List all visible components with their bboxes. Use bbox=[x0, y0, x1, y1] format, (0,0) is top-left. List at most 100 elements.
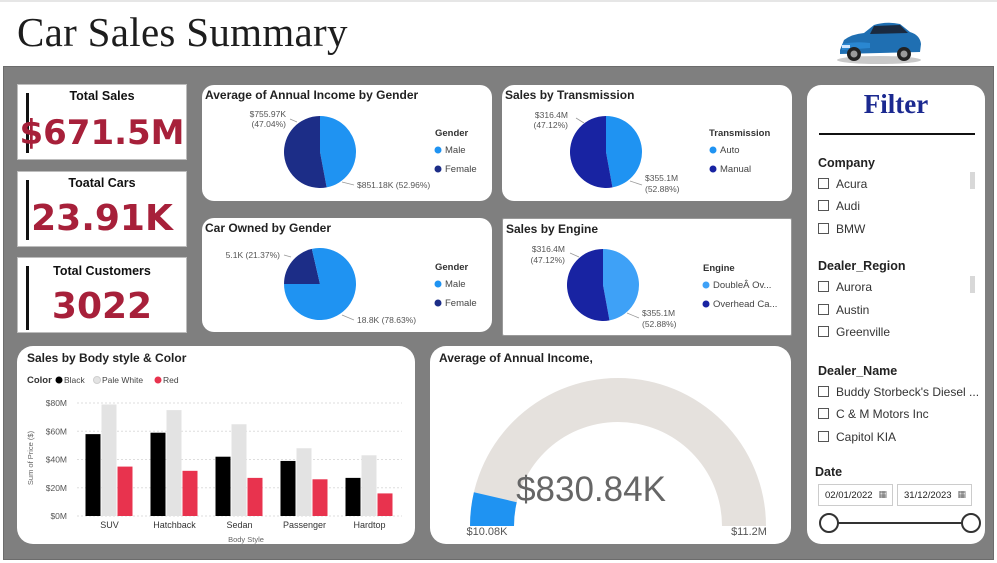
kpi-value: $671.5M bbox=[19, 113, 185, 153]
header-bar: Car Sales Summary bbox=[0, 0, 997, 66]
checkbox[interactable] bbox=[818, 386, 829, 397]
slice-label: $355.1M bbox=[642, 308, 675, 318]
slicer-item-dealer-region[interactable]: Austin bbox=[818, 303, 869, 317]
y-axis-title: Sum of Price ($) bbox=[26, 430, 35, 485]
kpi-label: Total Sales bbox=[69, 89, 135, 103]
x-tick-label: SUV bbox=[100, 520, 119, 530]
bar-black[interactable] bbox=[215, 456, 231, 516]
slice-pct: (52.88%) bbox=[645, 184, 680, 194]
legend-title: Gender bbox=[435, 128, 469, 139]
y-tick-label: $80M bbox=[46, 398, 67, 408]
checkbox[interactable] bbox=[818, 200, 829, 211]
bar-pale-white[interactable] bbox=[101, 404, 117, 516]
date-slider-start-handle[interactable] bbox=[819, 513, 839, 533]
legend-item: Pale White bbox=[102, 375, 143, 385]
pie-slice-double-ov-[interactable] bbox=[603, 249, 639, 321]
pie-card-car-gender[interactable]: Car Owned by Gender 5.1K (21.37%) 18.8K … bbox=[202, 218, 492, 332]
slicer-item-company[interactable]: Acura bbox=[818, 177, 867, 191]
checkbox[interactable] bbox=[818, 431, 829, 442]
slicer-item-company[interactable]: Audi bbox=[818, 199, 860, 213]
kpi-total-sales[interactable]: Total Sales $671.5M bbox=[17, 84, 187, 160]
checkbox[interactable] bbox=[818, 304, 829, 315]
legend-swatch bbox=[702, 300, 710, 308]
legend-item: Male bbox=[445, 145, 466, 156]
checkbox[interactable] bbox=[818, 281, 829, 292]
bar-red[interactable] bbox=[247, 477, 263, 516]
kpi-label: Toatal Cars bbox=[68, 176, 136, 190]
slicer-item-dealer-region[interactable]: Aurora bbox=[818, 280, 872, 294]
gauge-min: $10.08K bbox=[467, 526, 509, 538]
bar-red[interactable] bbox=[182, 470, 198, 516]
bar-pale-white[interactable] bbox=[296, 448, 312, 516]
slice-label: $851.18K (52.96%) bbox=[357, 180, 430, 190]
checkbox[interactable] bbox=[818, 326, 829, 337]
pie-chart-car-gender: 5.1K (21.37%) 18.8K (78.63%) Gender Male… bbox=[226, 248, 477, 325]
checkbox[interactable] bbox=[818, 223, 829, 234]
legend-title: Gender bbox=[435, 262, 469, 273]
y-tick-label: $0M bbox=[50, 511, 67, 521]
date-start-input[interactable]: 02/01/2022 ▦ bbox=[818, 484, 893, 506]
date-end-input[interactable]: 31/12/2023 ▦ bbox=[897, 484, 972, 506]
calendar-icon[interactable]: ▦ bbox=[878, 489, 887, 500]
kpi-total-cars[interactable]: Toatal Cars 23.91K bbox=[17, 171, 187, 247]
gauge-value: $830.84K bbox=[516, 470, 666, 509]
legend-item: DoubleÂ Ov... bbox=[713, 280, 771, 291]
dashboard-root: Car Sales Summary Total Sales $671.5M To… bbox=[0, 0, 997, 563]
y-tick-label: $60M bbox=[46, 426, 67, 436]
slice-label: $355.1M bbox=[645, 173, 678, 183]
bar-red[interactable] bbox=[117, 466, 133, 516]
checkbox[interactable] bbox=[818, 408, 829, 419]
kpi-total-customers[interactable]: Total Customers 3022 bbox=[17, 257, 187, 333]
legend-item: Female bbox=[445, 298, 477, 309]
bar-black[interactable] bbox=[85, 434, 101, 516]
pie-chart-income-gender: $755.97K (47.04%) $851.18K (52.96%) Gend… bbox=[250, 109, 477, 190]
calendar-icon[interactable]: ▦ bbox=[957, 489, 966, 500]
legend-swatch bbox=[709, 165, 717, 173]
legend-swatch bbox=[154, 376, 162, 384]
y-tick-label: $40M bbox=[46, 455, 67, 465]
slicer-item-dealer-region[interactable]: Greenville bbox=[818, 325, 890, 339]
bar-pale-white[interactable] bbox=[231, 424, 247, 516]
legend-swatch bbox=[702, 281, 710, 289]
checkbox[interactable] bbox=[818, 178, 829, 189]
pie-chart-engine: $316.4M (47.12%) $355.1M (52.88%) Engine… bbox=[531, 244, 778, 329]
bar-black[interactable] bbox=[150, 432, 166, 516]
bar-black[interactable] bbox=[345, 477, 361, 516]
gauge-max: $11.2M bbox=[731, 526, 767, 538]
slicer-item-dealer-name[interactable]: Buddy Storbeck's Diesel ... bbox=[818, 385, 979, 399]
legend-item: Female bbox=[445, 164, 477, 175]
x-tick-label: Sedan bbox=[226, 520, 252, 530]
filter-panel: Filter Company Acura Audi BMW Dealer_Reg… bbox=[807, 85, 985, 544]
date-slider-end-handle[interactable] bbox=[961, 513, 981, 533]
legend-swatch bbox=[93, 376, 101, 384]
gauge-card-annual-income[interactable]: Average of Annual Income, $830.84K $10.0… bbox=[430, 346, 791, 544]
date-slider-track[interactable] bbox=[829, 522, 969, 524]
bar-black[interactable] bbox=[280, 460, 296, 516]
bar-red[interactable] bbox=[312, 479, 328, 516]
page-title: Car Sales Summary bbox=[17, 9, 348, 55]
bar-card-body-style-color[interactable]: Sales by Body style & Color Color Black P… bbox=[17, 346, 415, 544]
x-tick-label: Passenger bbox=[283, 520, 326, 530]
slicer-dealer-region-label: Dealer_Region bbox=[818, 259, 906, 273]
pie-card-income-gender[interactable]: Average of Annual Income by Gender $755.… bbox=[202, 85, 492, 201]
slicer-company-scrollbar[interactable] bbox=[970, 172, 975, 189]
legend-item: Overhead Ca... bbox=[713, 299, 777, 310]
slicer-item-dealer-name[interactable]: Capitol KIA bbox=[818, 430, 896, 444]
pie-slice-auto[interactable] bbox=[606, 116, 642, 188]
legend-swatch bbox=[434, 299, 442, 307]
bar-red[interactable] bbox=[377, 493, 393, 516]
slice-label: 18.8K (78.63%) bbox=[357, 315, 416, 325]
legend-swatch bbox=[434, 146, 442, 154]
pie-card-engine[interactable]: Sales by Engine $316.4M (47.12%) $355.1M… bbox=[502, 218, 792, 336]
pie-card-transmission[interactable]: Sales by Transmission $316.4M (47.12%) $… bbox=[502, 85, 792, 201]
legend-swatch bbox=[709, 146, 717, 154]
x-tick-label: Hardtop bbox=[353, 520, 385, 530]
slicer-item-dealer-name[interactable]: C & M Motors Inc bbox=[818, 407, 929, 421]
x-axis-title: Body Style bbox=[228, 535, 264, 544]
slicer-item-company[interactable]: BMW bbox=[818, 222, 865, 236]
bar-pale-white[interactable] bbox=[166, 410, 182, 516]
pie-slice-male[interactable] bbox=[320, 116, 356, 188]
bar-pale-white[interactable] bbox=[361, 455, 377, 516]
slice-label: $316.4M bbox=[535, 110, 568, 120]
slicer-dealer-region-scrollbar[interactable] bbox=[970, 276, 975, 293]
